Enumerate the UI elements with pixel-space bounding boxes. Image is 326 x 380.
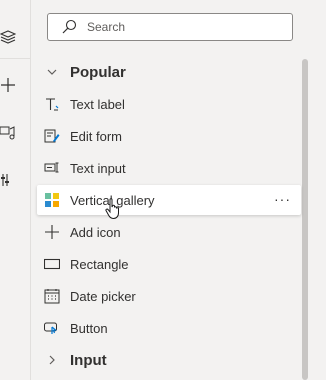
item-label: Text label: [70, 96, 125, 112]
list-item-add-icon[interactable]: Add icon: [37, 217, 301, 247]
vertical-gallery-icon: [45, 193, 59, 207]
item-label: Text input: [70, 160, 126, 176]
hand-cursor-icon: [105, 198, 119, 220]
item-label: Button: [70, 320, 108, 336]
left-rail: [0, 0, 31, 380]
list-item-text-label[interactable]: Text label: [37, 89, 301, 119]
list-item-button[interactable]: Button: [37, 313, 301, 343]
list-item-rectangle[interactable]: Rectangle: [37, 249, 301, 279]
rectangle-icon: [44, 258, 60, 270]
item-label: Rectangle: [70, 256, 129, 272]
list-item-vertical-gallery[interactable]: Vertical gallery ···: [37, 185, 301, 215]
text-label-icon: [46, 98, 59, 111]
layers-icon[interactable]: [0, 20, 30, 54]
search-icon: [62, 19, 77, 34]
insert-panel: Popular Text label Edit form Text i: [31, 0, 326, 380]
calendar-icon: [44, 289, 60, 304]
rail-divider: [0, 58, 30, 59]
search-input[interactable]: [85, 19, 269, 35]
tools-icon[interactable]: [0, 163, 30, 197]
text-input-icon: [44, 162, 59, 173]
list-item-date-picker[interactable]: Date picker: [37, 281, 301, 311]
scrollbar-thumb[interactable]: [302, 59, 308, 380]
item-label: Edit form: [70, 128, 123, 144]
chevron-right-icon: [49, 355, 55, 365]
search-box[interactable]: [47, 13, 293, 41]
group-label: Input: [70, 351, 107, 369]
group-label: Popular: [70, 63, 126, 81]
more-options-button[interactable]: ···: [274, 192, 291, 206]
group-input[interactable]: Input: [37, 345, 301, 375]
button-icon: [44, 322, 57, 334]
list-item-text-input[interactable]: Text input: [37, 153, 301, 183]
chevron-down-icon: [47, 69, 57, 75]
group-popular[interactable]: Popular: [37, 57, 301, 87]
plus-icon: [45, 225, 59, 239]
media-icon[interactable]: [0, 115, 30, 149]
insert-icon[interactable]: [0, 68, 30, 102]
item-label: Date picker: [70, 288, 136, 304]
item-label: Add icon: [70, 224, 121, 240]
edit-form-icon: [44, 129, 60, 143]
list-item-edit-form[interactable]: Edit form: [37, 121, 301, 151]
